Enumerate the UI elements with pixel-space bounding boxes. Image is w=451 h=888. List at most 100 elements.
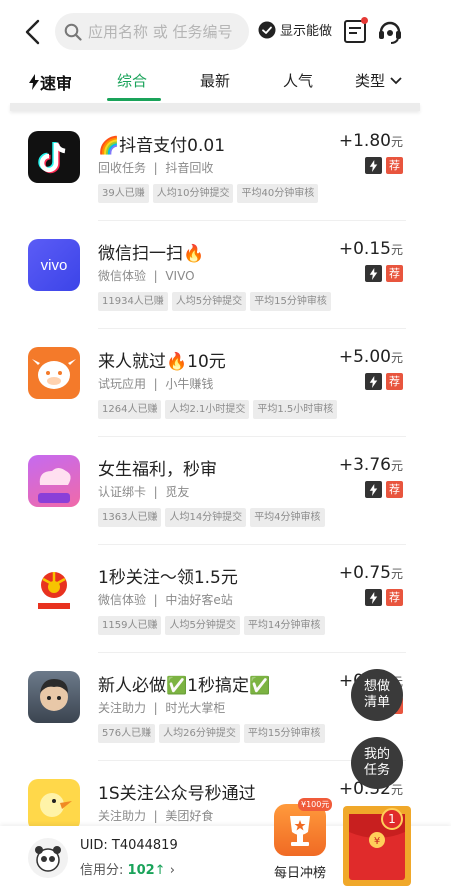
tag-submit-time: 人均5分钟提交 (165, 616, 240, 635)
duck-icon (28, 779, 80, 831)
tab-comprehensive[interactable]: 综合 (117, 70, 147, 91)
search-icon (64, 23, 82, 41)
bottom-bar: UID: T4044819 信用分: 102↑ › ¥100元 每日冲榜 ¥ 1 (0, 798, 451, 888)
tag-submit-time: 人均2.1小时提交 (165, 400, 250, 419)
wishlist-label: 想做清单 (363, 679, 390, 710)
fast-review-label: 速审 (40, 74, 73, 93)
uid-label: UID: (80, 838, 108, 853)
customer-service-icon[interactable] (376, 17, 404, 45)
tag-review-time: 平均4分钟审核 (250, 508, 325, 527)
task-row[interactable]: 🌈抖音支付0.01 回收任务 | 抖音回收 39人已赚 人均10分钟提交 平均4… (0, 113, 451, 221)
price-unit: 元 (390, 243, 403, 257)
active-tab-indicator (107, 98, 161, 101)
vivo-logo: vivo (41, 257, 68, 274)
chevron-down-icon (390, 76, 402, 84)
task-row[interactable]: 女生福利，秒审 认证绑卡 | 觅友 1363人已赚 人均14分钟提交 平均4分钟… (0, 437, 451, 545)
red-packet-button[interactable]: ¥ 1 (343, 806, 411, 886)
tag-submit-time: 人均14分钟提交 (165, 508, 247, 527)
daily-ranking-label: 每日冲榜 (273, 866, 326, 881)
user-id: UID: T4044819 (80, 838, 178, 853)
price-unit: 元 (390, 459, 403, 473)
task-title: 🌈抖音支付0.01 (98, 136, 226, 156)
top-bar: 应用名称 或 任务编号 显示能做 (0, 0, 451, 62)
tab-popular[interactable]: 人气 (283, 70, 313, 91)
check-circle-icon (258, 21, 276, 38)
task-price: +3.76元 (339, 455, 403, 475)
tag-submit-time: 人均5分钟提交 (171, 292, 247, 311)
task-tags: 1264人已赚 人均2.1小时提交 平均1.5小时审核 (98, 400, 338, 419)
task-title: 微信扫一扫🔥 (98, 244, 205, 264)
task-badges: 荐 (365, 265, 403, 282)
daily-ranking-button[interactable]: ¥100元 每日冲榜 (270, 798, 333, 888)
task-app: 中油好客e站 (165, 593, 233, 607)
task-price: +5.00元 (339, 347, 403, 367)
recommend-badge: 荐 (386, 481, 403, 498)
back-arrow-icon[interactable] (22, 18, 46, 46)
task-meta: 关注助力 | 时光大掌柜 (98, 701, 226, 715)
task-row[interactable]: 1秒关注～领1.5元 微信体验 | 中油好客e站 1159人已赚 人均5分钟提交… (0, 545, 451, 653)
fast-review-badge (365, 589, 382, 606)
task-row[interactable]: 来人就过🔥10元 试玩应用 | 小牛赚钱 1264人已赚 人均2.1小时提交 平… (0, 329, 451, 437)
task-price: +0.75元 (339, 563, 403, 583)
task-title: 新人必做✅1秒搞定✅ (98, 676, 271, 696)
tag-earned: 1264人已赚 (98, 400, 162, 419)
lightning-icon (369, 375, 378, 388)
task-category: 试玩应用 (98, 377, 147, 391)
wishlist-button[interactable]: 想做清单 (351, 669, 403, 721)
show-done-label: 显示能做 (280, 24, 333, 39)
lightning-icon (369, 159, 378, 172)
task-meta: 微信体验 | VIVO (98, 269, 195, 283)
task-category: 微信体验 (98, 269, 147, 283)
task-badges: 荐 (365, 481, 403, 498)
task-tags: 1363人已赚 人均14分钟提交 平均4分钟审核 (98, 508, 325, 527)
price-value: +1.80 (338, 131, 391, 151)
fast-review-badge (365, 157, 382, 174)
credit-value: 102 (127, 863, 155, 878)
recommend-badge: 荐 (386, 265, 403, 282)
tab-type[interactable]: 类型 (355, 70, 403, 91)
task-meta: 回收任务 | 抖音回收 (98, 161, 214, 175)
tag-submit-time: 人均26分钟提交 (159, 724, 240, 743)
tag-earned: 39人已赚 (98, 184, 149, 203)
tag-earned: 1159人已赚 (98, 616, 162, 635)
recommend-badge: 荐 (386, 157, 403, 174)
search-input[interactable]: 应用名称 或 任务编号 (55, 13, 249, 50)
price-unit: 元 (390, 351, 403, 365)
fast-review-badge (365, 373, 382, 390)
task-badges: 荐 (365, 589, 403, 606)
tag-earned: 576人已赚 (98, 724, 156, 743)
yuan-symbol: ¥ (374, 836, 380, 847)
task-price: +0.15元 (339, 239, 403, 259)
task-tags: 1159人已赚 人均5分钟提交 平均14分钟审核 (98, 616, 325, 635)
avatar-icon (28, 671, 80, 723)
task-row[interactable]: vivo 微信扫一扫🔥 微信体验 | VIVO 11934人已赚 人均5分钟提交… (0, 221, 451, 329)
credit-score[interactable]: 信用分: 102↑ › (80, 859, 175, 878)
task-category: 关注助力 (98, 809, 147, 823)
task-category: 回收任务 (98, 161, 147, 175)
lightning-icon (369, 267, 378, 280)
task-app: 抖音回收 (165, 161, 214, 175)
user-avatar[interactable] (28, 838, 68, 878)
task-app: 时光大掌柜 (165, 701, 226, 715)
tab-latest[interactable]: 最新 (200, 70, 230, 91)
show-done-toggle[interactable]: 显示能做 (258, 20, 332, 39)
tag-review-time: 平均15分钟审核 (250, 292, 331, 311)
lightning-icon (369, 483, 378, 496)
tag-review-time: 平均1.5小时审核 (253, 400, 338, 419)
price-value: +0.75 (338, 563, 391, 583)
my-tasks-label: 我的任务 (363, 747, 390, 778)
my-tasks-button[interactable]: 我的任务 (351, 737, 403, 789)
price-value: +5.00 (338, 347, 391, 367)
tag-submit-time: 人均10分钟提交 (152, 184, 234, 203)
fast-review-tab[interactable]: 速审 (28, 70, 72, 94)
tag-review-time: 平均15分钟审核 (243, 724, 325, 743)
tag-earned: 11934人已赚 (98, 292, 168, 311)
task-app: 美团好食 (165, 809, 214, 823)
search-placeholder: 应用名称 或 任务编号 (88, 23, 233, 41)
fast-review-badge (365, 481, 382, 498)
task-app: 小牛赚钱 (165, 377, 214, 391)
task-tags: 11934人已赚 人均5分钟提交 平均15分钟审核 (98, 292, 331, 311)
recommend-badge: 荐 (386, 373, 403, 390)
chevron-right-icon: › (169, 863, 175, 878)
notification-dot (361, 17, 368, 24)
